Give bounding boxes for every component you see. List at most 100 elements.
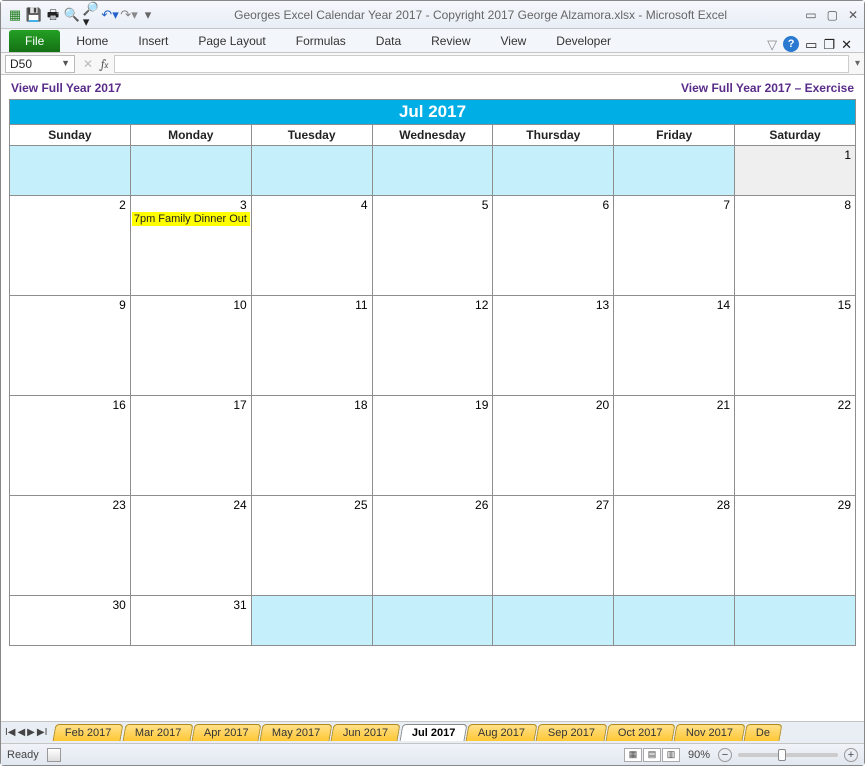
- calendar-cell[interactable]: [10, 146, 131, 196]
- calendar-cell[interactable]: 28: [614, 496, 735, 596]
- ribbon-tab-data[interactable]: Data: [362, 30, 415, 52]
- fx-icon[interactable]: fx: [101, 57, 108, 71]
- ribbon-tab-home[interactable]: Home: [62, 30, 122, 52]
- calendar-cell[interactable]: 11: [251, 296, 372, 396]
- calendar-cell[interactable]: 21: [614, 396, 735, 496]
- calendar-cell[interactable]: 8: [735, 196, 856, 296]
- sheet-tab[interactable]: De: [743, 724, 782, 741]
- calendar-cell[interactable]: 31: [130, 596, 251, 646]
- normal-view-icon[interactable]: ▦: [624, 748, 642, 762]
- zoom-slider[interactable]: − +: [718, 748, 858, 762]
- calendar-cell[interactable]: 17: [130, 396, 251, 496]
- calendar-cell[interactable]: 13: [493, 296, 614, 396]
- sheet-tab[interactable]: Nov 2017: [673, 724, 745, 741]
- calendar-cell[interactable]: 4: [251, 196, 372, 296]
- find-icon[interactable]: 🔎▾: [83, 7, 99, 23]
- undo-icon[interactable]: ↶▾: [102, 7, 118, 23]
- maximize-button[interactable]: ▢: [827, 8, 838, 22]
- minimize-button[interactable]: ▭: [805, 8, 816, 22]
- minimize-ribbon-icon[interactable]: ▽: [767, 38, 777, 51]
- print-preview-icon[interactable]: 🔍: [64, 7, 80, 23]
- zoom-track[interactable]: [738, 753, 838, 757]
- calendar-cell[interactable]: 16: [10, 396, 131, 496]
- calendar-cell[interactable]: [372, 146, 493, 196]
- calendar-cell[interactable]: 10: [130, 296, 251, 396]
- close-button[interactable]: ✕: [848, 8, 858, 22]
- calendar-event[interactable]: 7pm Family Dinner Out: [132, 212, 250, 226]
- ribbon-tab-insert[interactable]: Insert: [124, 30, 182, 52]
- calendar-cell[interactable]: 9: [10, 296, 131, 396]
- zoom-thumb[interactable]: [778, 749, 786, 761]
- sheet-tab[interactable]: Jun 2017: [331, 724, 401, 741]
- print-icon[interactable]: 🖶: [45, 7, 61, 23]
- sheet-tab[interactable]: Apr 2017: [192, 724, 262, 741]
- calendar-cell[interactable]: 26: [372, 496, 493, 596]
- calendar-cell[interactable]: 15: [735, 296, 856, 396]
- calendar-cell[interactable]: [372, 596, 493, 646]
- zoom-out-icon[interactable]: −: [718, 748, 732, 762]
- formula-input[interactable]: [114, 55, 849, 73]
- calendar-cell[interactable]: [251, 596, 372, 646]
- calendar-cell[interactable]: 5: [372, 196, 493, 296]
- calendar-cell[interactable]: 37pm Family Dinner Out: [130, 196, 251, 296]
- workbook-minimize-icon[interactable]: ▭: [805, 38, 817, 51]
- tab-first-icon[interactable]: I◀: [5, 727, 15, 738]
- calendar-cell[interactable]: [735, 596, 856, 646]
- sheet-tab[interactable]: Jul 2017: [399, 724, 467, 741]
- calendar-cell[interactable]: 7: [614, 196, 735, 296]
- calendar-cell[interactable]: 30: [10, 596, 131, 646]
- name-box-dropdown-icon[interactable]: ▼: [61, 59, 70, 68]
- calendar-cell[interactable]: [614, 146, 735, 196]
- expand-formula-bar-icon[interactable]: ▾: [855, 59, 860, 69]
- save-icon[interactable]: 💾: [26, 7, 42, 23]
- sheet-tab[interactable]: Feb 2017: [53, 724, 124, 741]
- calendar-cell[interactable]: 12: [372, 296, 493, 396]
- ribbon-tab-view[interactable]: View: [487, 30, 541, 52]
- calendar-cell[interactable]: 6: [493, 196, 614, 296]
- calendar-cell[interactable]: [493, 146, 614, 196]
- ribbon-tab-formulas[interactable]: Formulas: [282, 30, 360, 52]
- sheet-tab[interactable]: May 2017: [259, 724, 332, 741]
- redo-icon[interactable]: ↷▾: [121, 7, 137, 23]
- tab-next-icon[interactable]: ▶: [27, 727, 35, 738]
- calendar-cell[interactable]: 19: [372, 396, 493, 496]
- qat-customize-icon[interactable]: ▾: [140, 7, 156, 23]
- calendar-cell[interactable]: [251, 146, 372, 196]
- calendar-cell[interactable]: [614, 596, 735, 646]
- zoom-in-icon[interactable]: +: [844, 748, 858, 762]
- view-full-year-exercise-link[interactable]: View Full Year 2017 – Exercise: [681, 81, 854, 95]
- tab-last-icon[interactable]: ▶I: [37, 727, 47, 738]
- name-box[interactable]: D50 ▼: [5, 55, 75, 73]
- cancel-icon[interactable]: ✕: [81, 57, 95, 71]
- calendar-cell[interactable]: 29: [735, 496, 856, 596]
- macro-record-icon[interactable]: [47, 748, 61, 762]
- calendar-cell[interactable]: 18: [251, 396, 372, 496]
- ribbon-tab-review[interactable]: Review: [417, 30, 484, 52]
- ribbon-tab-developer[interactable]: Developer: [542, 30, 625, 52]
- calendar-cell[interactable]: 27: [493, 496, 614, 596]
- calendar-cell[interactable]: 22: [735, 396, 856, 496]
- calendar-cell[interactable]: 2: [10, 196, 131, 296]
- sheet-tab[interactable]: Sep 2017: [536, 724, 608, 741]
- zoom-level[interactable]: 90%: [688, 749, 710, 761]
- workbook-close-icon[interactable]: ✕: [841, 38, 852, 51]
- file-tab[interactable]: File: [9, 30, 60, 52]
- page-break-view-icon[interactable]: ▥: [662, 748, 680, 762]
- tab-prev-icon[interactable]: ◀: [17, 727, 25, 738]
- view-full-year-link[interactable]: View Full Year 2017: [11, 81, 121, 95]
- sheet-tab[interactable]: Aug 2017: [465, 724, 537, 741]
- sheet-tab[interactable]: Mar 2017: [122, 724, 193, 741]
- calendar-cell[interactable]: [130, 146, 251, 196]
- page-layout-view-icon[interactable]: ▤: [643, 748, 661, 762]
- ribbon-tab-page-layout[interactable]: Page Layout: [184, 30, 279, 52]
- help-icon[interactable]: ?: [783, 36, 799, 52]
- calendar-cell[interactable]: 24: [130, 496, 251, 596]
- calendar-cell[interactable]: 23: [10, 496, 131, 596]
- calendar-cell[interactable]: 1: [735, 146, 856, 196]
- calendar-cell[interactable]: 20: [493, 396, 614, 496]
- calendar-cell[interactable]: 14: [614, 296, 735, 396]
- calendar-cell[interactable]: [493, 596, 614, 646]
- calendar-cell[interactable]: 25: [251, 496, 372, 596]
- workbook-restore-icon[interactable]: ❐: [823, 38, 835, 51]
- sheet-tab[interactable]: Oct 2017: [606, 724, 676, 741]
